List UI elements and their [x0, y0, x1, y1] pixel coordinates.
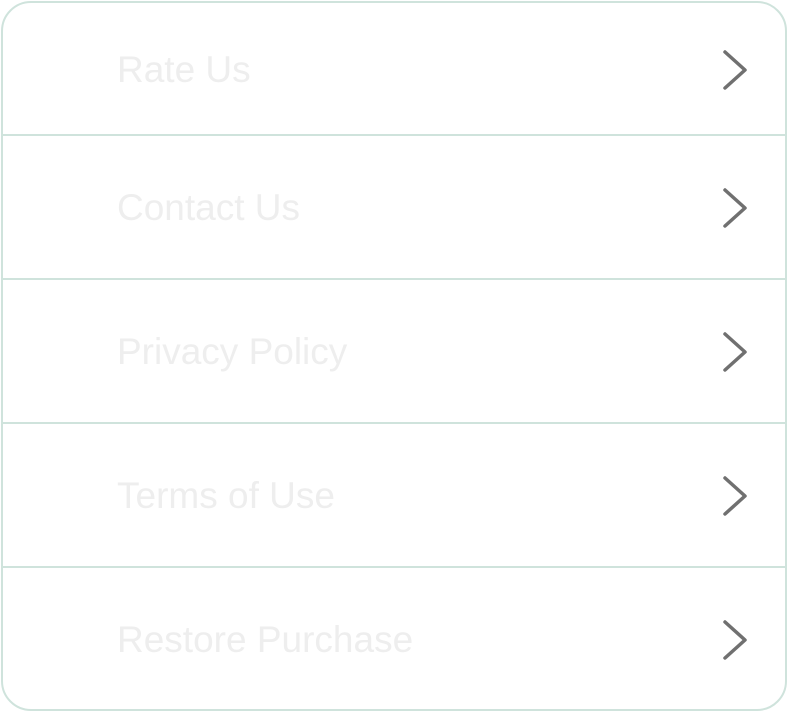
chevron-right-icon	[723, 476, 747, 516]
chevron-right-icon	[723, 49, 747, 90]
chevron-right-icon	[723, 332, 747, 372]
chevron-right-icon	[723, 188, 747, 228]
menu-item-label: Rate Us	[117, 48, 251, 90]
settings-menu-card: Rate Us Contact Us Privacy Policy Terms …	[1, 1, 787, 711]
menu-item-label: Privacy Policy	[117, 331, 348, 372]
menu-item-label: Contact Us	[117, 187, 301, 228]
menu-item-contact-us[interactable]: Contact Us	[3, 136, 785, 280]
menu-item-label: Terms of Use	[117, 475, 335, 516]
menu-item-rate-us[interactable]: Rate Us	[3, 3, 785, 136]
menu-item-label: Restore Purchase	[117, 618, 414, 660]
chevron-right-icon	[723, 619, 747, 660]
menu-item-restore-purchase[interactable]: Restore Purchase	[3, 568, 785, 709]
menu-item-terms-of-use[interactable]: Terms of Use	[3, 424, 785, 568]
menu-item-privacy-policy[interactable]: Privacy Policy	[3, 280, 785, 424]
